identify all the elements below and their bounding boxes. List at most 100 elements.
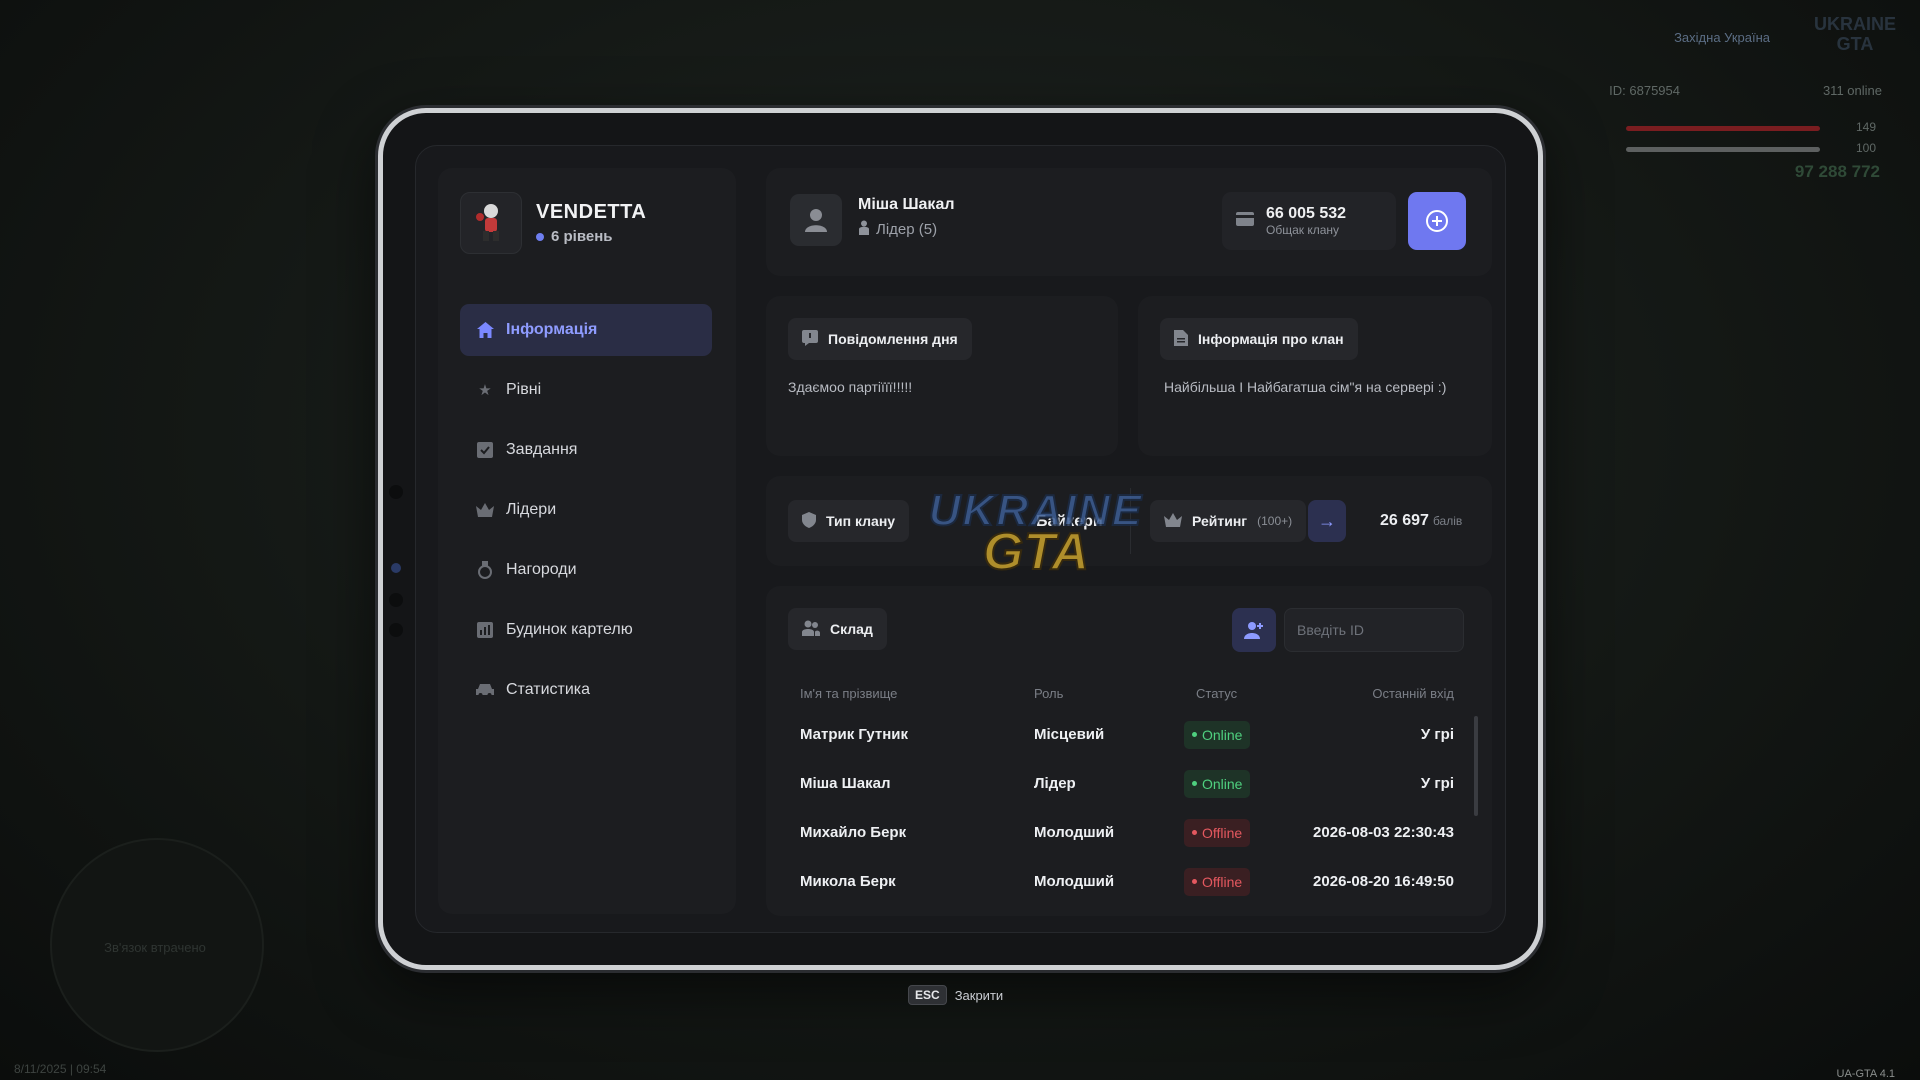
health-value: 149 — [1855, 120, 1876, 134]
clan-bank: 66 005 532 Общак клану — [1222, 192, 1396, 250]
invite-member-button[interactable] — [1232, 608, 1276, 652]
status-dot-icon — [1192, 781, 1197, 786]
divider — [1130, 488, 1131, 554]
member-role: Молодший — [1034, 824, 1115, 841]
status-badge: Offline — [1184, 818, 1251, 847]
star-icon: ★ — [478, 382, 492, 399]
profile-role: Лідер (5) — [858, 220, 937, 239]
add-user-icon — [1244, 622, 1263, 639]
table-row[interactable]: Микола Берк Молодший Offline 2026-08-20 … — [788, 857, 1466, 906]
hud-money: 97 288 772 — [1794, 162, 1880, 181]
nav-item-statistics[interactable]: Статистика — [460, 664, 712, 716]
status-text: Offline — [1202, 873, 1243, 890]
person-icon — [858, 220, 870, 239]
home-icon — [476, 321, 494, 339]
nav-item-levels[interactable]: ★ Рівні — [460, 364, 712, 416]
nav-item-information[interactable]: Інформація — [460, 304, 712, 356]
clan-level: 6 рівень — [536, 228, 646, 245]
table-header-row: Ім'я та прізвище Роль Статус Останній вх… — [788, 676, 1466, 710]
clan-info-card: Інформація про клан Найбільша І Найбагат… — [1138, 296, 1492, 456]
table-row[interactable]: Михайло Берк Молодший Offline 2026-08-03… — [788, 808, 1466, 857]
status-text: Online — [1202, 726, 1243, 743]
nav-item-cartel-house[interactable]: Будинок картелю — [460, 604, 712, 656]
nav-item-label: Нагороди — [506, 561, 577, 578]
rating-points-unit: балів — [1432, 514, 1463, 528]
tablet-button — [389, 623, 403, 637]
member-last-login: У грі — [1420, 775, 1454, 792]
profile-card: Міша Шакал Лідер (5) 66 005 532 Общак кл… — [766, 168, 1492, 276]
status-text: Offline — [1202, 824, 1243, 841]
clan-header: VENDETTA 6 рівень — [460, 192, 646, 254]
roster-card: Склад Ім'я та прізвище Роль Статус Остан… — [766, 586, 1492, 916]
member-id-input[interactable] — [1284, 608, 1464, 652]
clan-info-title: Інформація про клан — [1198, 331, 1344, 347]
clan-type-label: Тип клану — [826, 513, 896, 529]
nav-item-leaders[interactable]: Лідери — [460, 484, 712, 536]
status-text: Online — [1202, 775, 1243, 792]
nav-item-awards[interactable]: Нагороди — [460, 544, 712, 596]
rating-label: Рейтинг — [1192, 513, 1248, 529]
nav-item-tasks[interactable]: Завдання — [460, 424, 712, 476]
member-role: Місцевий — [1034, 726, 1105, 743]
close-hint[interactable]: ESC Закрити — [908, 985, 1003, 1005]
car-icon — [476, 681, 494, 699]
table-row[interactable]: Міша Шакал Лідер Online У грі — [788, 759, 1466, 808]
motd-card: Повідомлення дня Здаємоо партіїїї!!!!! — [766, 296, 1118, 456]
people-icon — [802, 620, 820, 639]
profile-role-text: Лідер (5) — [876, 221, 938, 238]
motd-header: Повідомлення дня — [788, 318, 972, 360]
arrow-right-icon: → — [1318, 510, 1336, 531]
rating-header: Рейтинг (100+) — [1150, 500, 1307, 542]
clan-emblem-icon — [476, 204, 499, 241]
column-header-name: Ім'я та прізвище — [800, 685, 898, 701]
clan-bank-label: Общак клану — [1266, 223, 1340, 237]
clan-type-value: Байкери — [1036, 513, 1103, 530]
hud-player-id: ID: 6875954 — [1609, 83, 1680, 98]
member-name: Міша Шакал — [800, 775, 891, 792]
member-last-login: 2026-08-03 22:30:43 — [1313, 824, 1454, 841]
column-header-role: Роль — [1034, 685, 1064, 701]
column-header-status: Статус — [1196, 685, 1238, 701]
status-dot-icon — [1192, 732, 1197, 737]
member-role: Лідер — [1034, 775, 1076, 792]
roster-title: Склад — [830, 621, 873, 637]
deposit-button[interactable] — [1408, 192, 1466, 250]
table-row[interactable]: Матрик Гутник Місцевий Online У грі — [788, 710, 1466, 759]
nav-item-label: Будинок картелю — [506, 621, 633, 638]
profile-name: Міша Шакал — [858, 196, 955, 213]
rating-points: 26 697 балів — [1380, 512, 1462, 530]
clan-info-text: Найбільша І Найбагатша сім"я на сервері … — [1164, 379, 1447, 395]
game-version: UA-GTA 4.1 — [1836, 1068, 1895, 1080]
tablet-frame: VENDETTA 6 рівень Інформація ★ Рівні Зав… — [378, 108, 1543, 970]
clan-emblem — [460, 192, 522, 254]
table-scrollbar[interactable] — [1474, 716, 1478, 816]
roster-header: Склад — [788, 608, 887, 650]
plus-circle-icon — [1426, 210, 1448, 232]
status-badge: Online — [1184, 720, 1251, 749]
rating-open-button[interactable]: → — [1308, 500, 1346, 542]
nav-item-label: Лідери — [506, 501, 557, 518]
member-name: Микола Берк — [800, 873, 896, 890]
sidebar: VENDETTA 6 рівень Інформація ★ Рівні Зав… — [438, 168, 736, 914]
hud-online-count: 311 online — [1822, 83, 1882, 98]
clan-type-card: Тип клану Байкери Рейтинг (100+) → 26 69… — [766, 476, 1492, 566]
member-last-login: 2026-08-20 16:49:50 — [1313, 873, 1454, 890]
hud-datetime: 8/11/2025 | 09:54 — [14, 1062, 107, 1076]
close-hint-label: Закрити — [954, 987, 1004, 1003]
checkbox-icon — [476, 441, 494, 459]
avatar — [790, 194, 842, 246]
member-name: Михайло Берк — [800, 824, 907, 841]
rating-points-value: 26 697 — [1380, 512, 1429, 529]
hud-region-label: Західна Україна — [1674, 30, 1770, 45]
member-role: Молодший — [1034, 873, 1115, 890]
armor-bar — [1626, 147, 1820, 152]
esc-key: ESC — [908, 985, 947, 1005]
status-dot-icon — [1192, 830, 1197, 835]
nav-item-label: Рівні — [506, 381, 542, 398]
nav-item-label: Інформація — [506, 321, 598, 338]
member-last-login: У грі — [1420, 726, 1454, 743]
document-icon — [1174, 329, 1188, 349]
clan-level-text: 6 рівень — [551, 228, 613, 245]
members-table: Ім'я та прізвище Роль Статус Останній вх… — [788, 676, 1466, 906]
motd-text: Здаємоо партіїїї!!!!! — [788, 379, 913, 395]
